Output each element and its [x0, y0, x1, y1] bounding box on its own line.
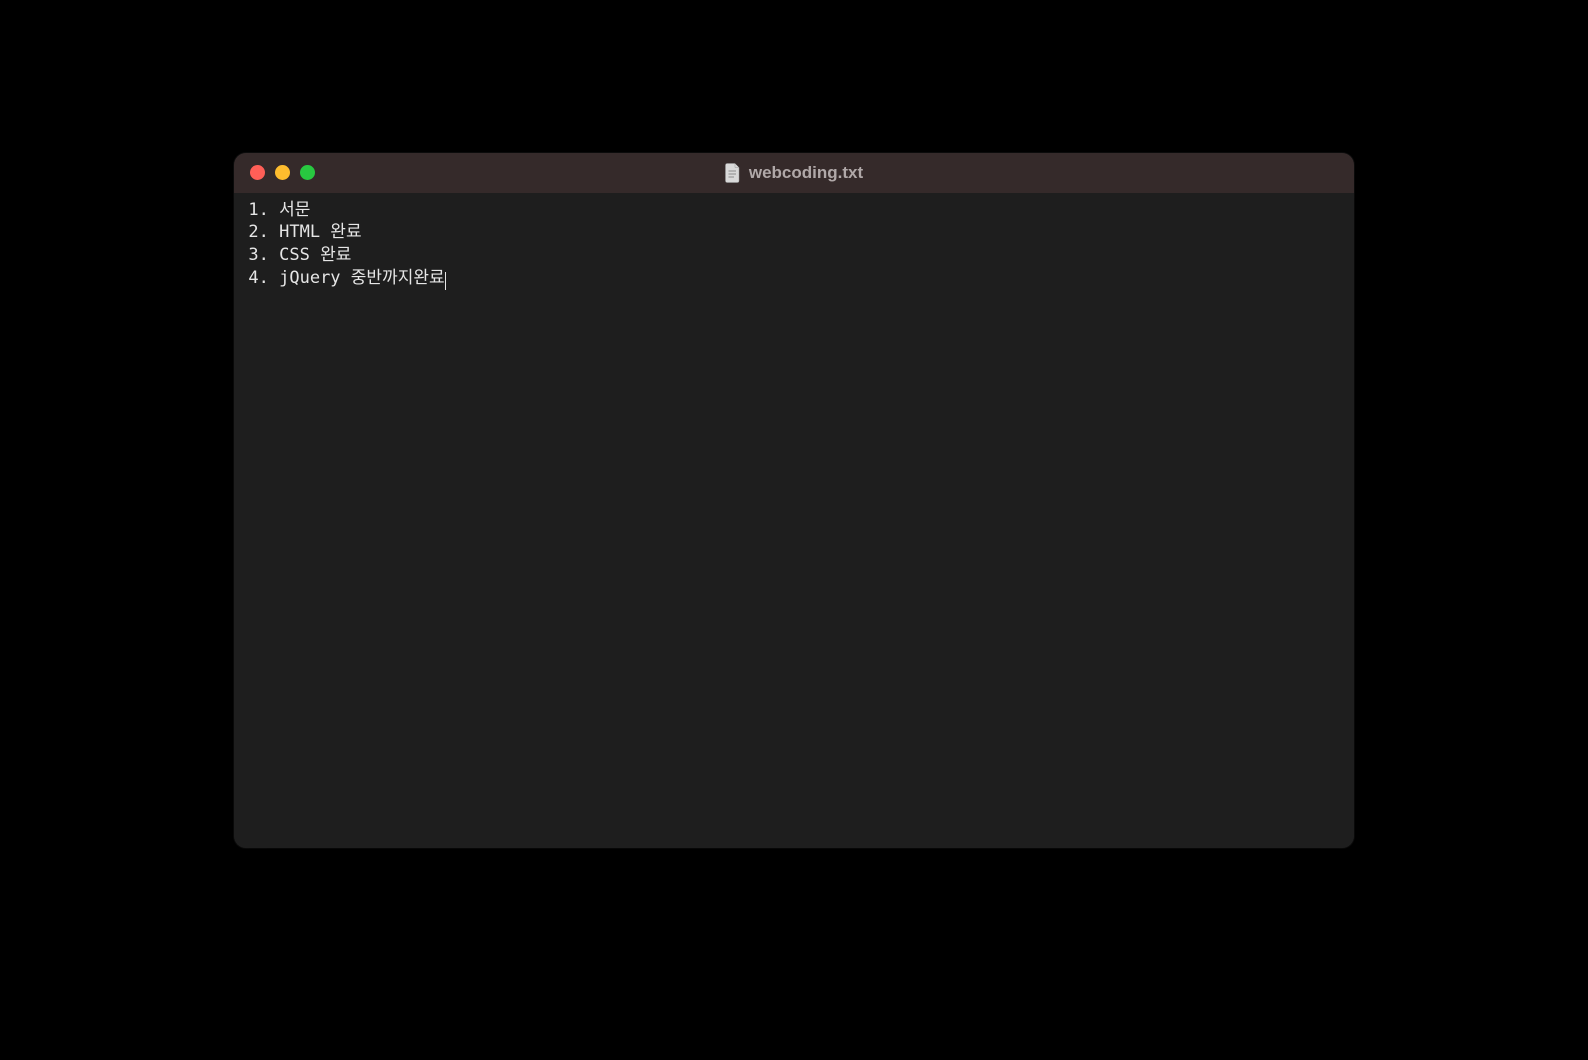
- editor-line[interactable]: 3. CSS 완료: [240, 244, 1344, 267]
- editor-line[interactable]: 2. HTML 완료: [240, 221, 1344, 244]
- close-button[interactable]: [250, 165, 265, 180]
- line-number: 4.: [240, 267, 269, 290]
- window-title: webcoding.txt: [749, 163, 863, 183]
- document-icon: [725, 163, 741, 183]
- editor-line[interactable]: 4. jQuery 중반까지완료: [240, 267, 1344, 290]
- line-number: 3.: [240, 244, 269, 267]
- title-wrap: webcoding.txt: [234, 163, 1354, 183]
- line-text: HTML 완료: [269, 222, 362, 242]
- line-text: CSS 완료: [269, 245, 351, 265]
- line-number: 2.: [240, 221, 269, 244]
- line-text: 서문: [269, 200, 311, 220]
- editor-content[interactable]: 1. 서문2. HTML 완료3. CSS 완료4. jQuery 중반까지완료: [234, 193, 1354, 848]
- minimize-button[interactable]: [275, 165, 290, 180]
- maximize-button[interactable]: [300, 165, 315, 180]
- text-cursor: [445, 272, 446, 291]
- text-editor-window: webcoding.txt 1. 서문2. HTML 완료3. CSS 완료4.…: [234, 153, 1354, 848]
- line-number: 1.: [240, 199, 269, 222]
- line-text: jQuery 중반까지완료: [269, 268, 445, 288]
- titlebar[interactable]: webcoding.txt: [234, 153, 1354, 193]
- traffic-lights: [234, 165, 315, 180]
- editor-line[interactable]: 1. 서문: [240, 199, 1344, 222]
